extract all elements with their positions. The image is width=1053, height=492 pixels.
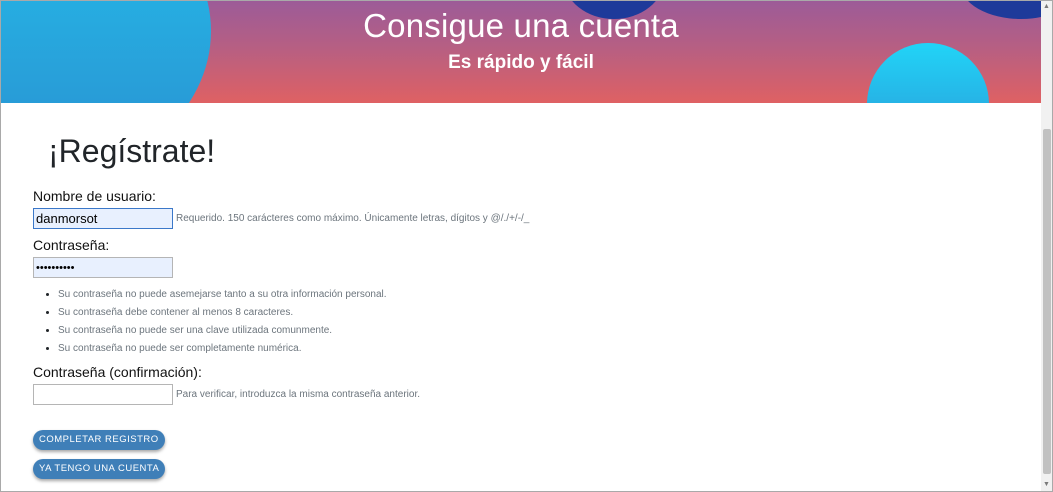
page-title: ¡Regístrate! bbox=[48, 133, 216, 169]
username-input[interactable] bbox=[33, 208, 173, 229]
password-rule: Su contraseña no puede asemejarse tanto … bbox=[58, 287, 387, 305]
scroll-up-arrow-icon[interactable]: ▲ bbox=[1041, 1, 1052, 13]
browser-viewport: Consigue una cuenta Es rápido y fácil ¡R… bbox=[0, 0, 1053, 492]
scroll-down-arrow-icon[interactable]: ▼ bbox=[1041, 479, 1052, 491]
already-have-account-button[interactable]: YA TENGO UNA CUENTA bbox=[33, 459, 166, 479]
username-help-text: Requerido. 150 carácteres como máximo. Ú… bbox=[176, 213, 530, 224]
password-input[interactable] bbox=[33, 257, 173, 278]
password-rules-list: Su contraseña no puede asemejarse tanto … bbox=[41, 287, 387, 359]
password-confirm-label: Contraseña (confirmación): bbox=[33, 364, 202, 380]
vertical-scrollbar[interactable]: ▲ ▼ bbox=[1041, 1, 1052, 491]
hero-subtitle: Es rápido y fácil bbox=[448, 52, 594, 73]
scrollbar-thumb[interactable] bbox=[1043, 129, 1051, 474]
password-confirm-input[interactable] bbox=[33, 384, 173, 405]
hero-banner: Consigue una cuenta Es rápido y fácil bbox=[1, 1, 1041, 103]
password-rule: Su contraseña no puede ser completamente… bbox=[58, 341, 387, 359]
hero-title: Consigue una cuenta bbox=[363, 7, 679, 44]
password-confirm-help-text: Para verificar, introduzca la misma cont… bbox=[176, 389, 420, 400]
password-rule: Su contraseña debe contener al menos 8 c… bbox=[58, 305, 387, 323]
password-rule: Su contraseña no puede ser una clave uti… bbox=[58, 323, 387, 341]
complete-registration-button[interactable]: COMPLETAR REGISTRO bbox=[33, 430, 165, 450]
username-label: Nombre de usuario: bbox=[33, 188, 156, 204]
password-label: Contraseña: bbox=[33, 237, 110, 253]
